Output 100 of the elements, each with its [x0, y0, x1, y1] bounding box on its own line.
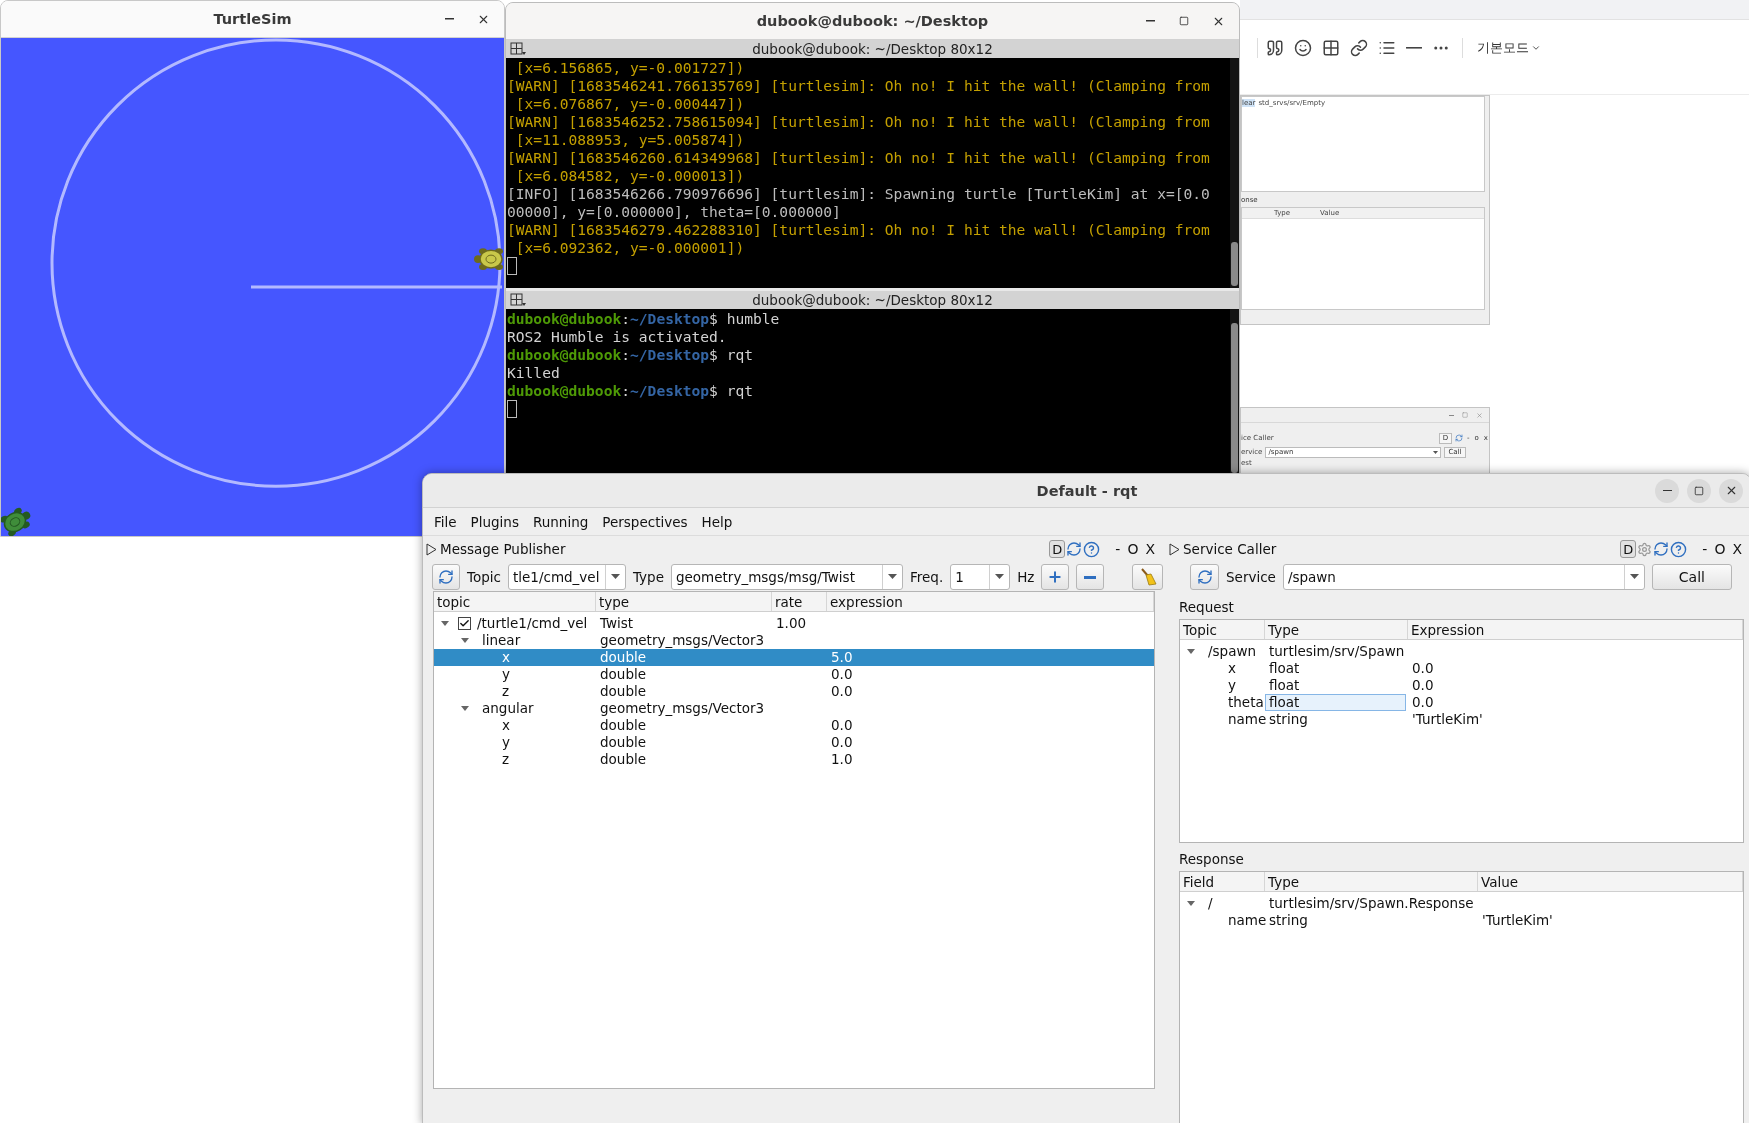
table-cell-text: angular — [481, 700, 535, 717]
table-cell-text: 0.0 — [830, 683, 854, 700]
caret-icon[interactable] — [1184, 899, 1198, 908]
dock-button[interactable]: - — [1699, 541, 1711, 557]
dropdown-arrow-icon — [995, 574, 1005, 580]
plugin-title: Message Publisher — [440, 541, 567, 557]
dock-button[interactable]: D — [1620, 540, 1637, 558]
table-cell-text: double — [599, 649, 647, 666]
add-button[interactable] — [1041, 564, 1070, 590]
table-cell-text: 0.0 — [830, 666, 854, 683]
field-label: Service — [1226, 569, 1276, 585]
terminal-line: [INFO] [1683546266.790976696] [turtlesim]: Spawning turtle [TurtleKim] at x=[0.0 — [507, 185, 1211, 203]
table-cell-text: y — [1227, 677, 1237, 694]
column-header[interactable]: type — [596, 592, 772, 611]
table-cell-text: 1.00 — [775, 615, 808, 632]
window-title: dubook@dubook: ~/Desktop — [756, 13, 989, 29]
column-header[interactable]: Type — [1265, 872, 1478, 891]
mode-dropdown[interactable]: 기본모드 — [1477, 39, 1541, 57]
maximize-button[interactable] — [1687, 478, 1711, 503]
window-title: TurtleSim — [213, 11, 292, 27]
scrollbar[interactable] — [1230, 309, 1239, 475]
layout-icon[interactable] — [510, 42, 526, 56]
caret-icon[interactable] — [438, 619, 452, 628]
caret-icon[interactable] — [458, 704, 472, 713]
dock-button[interactable]: O — [1124, 541, 1142, 557]
terminal-line: [x=11.088953, y=5.005874]) — [514, 131, 746, 149]
table-cell[interactable]: float — [1265, 694, 1406, 711]
table-cell-text: linear — [481, 632, 522, 649]
table-cell-text: 0.0 — [830, 734, 854, 751]
terminal-line: [x=6.156865, y=-0.001727]) — [514, 59, 746, 77]
menu-item[interactable]: Plugins — [465, 511, 524, 532]
smile-icon[interactable] — [1294, 39, 1312, 57]
call-button[interactable]: Call — [1651, 564, 1732, 590]
clear-button[interactable] — [1132, 564, 1164, 590]
terminal-line: [WARN] [1683546260.614349968] [turtlesim]: Oh no! I hit the wall! (Clamping from — [507, 149, 1211, 167]
link-icon[interactable] — [1350, 39, 1368, 57]
table-cell[interactable]: string — [1265, 711, 1406, 728]
refresh-icon[interactable] — [1455, 434, 1463, 442]
type-combo[interactable]: geometry_msgs/msg/Twist — [671, 564, 903, 590]
refresh-button[interactable] — [432, 564, 460, 590]
table-cell[interactable]: turtlesim/srv/Spawn — [1265, 643, 1406, 660]
dock-button[interactable]: X — [1142, 541, 1158, 557]
list-icon[interactable] — [1378, 39, 1396, 57]
help-icon[interactable] — [1670, 540, 1688, 558]
turtle-icon — [474, 248, 503, 271]
tree-row[interactable]: x double 5.0 — [434, 649, 1154, 666]
tree-row[interactable]: z double 0.0 — [434, 683, 1154, 700]
column-header[interactable]: expression — [827, 592, 1154, 611]
menu-item[interactable]: Running — [527, 511, 594, 532]
tree-row[interactable]: angular geometry_msgs/Vector3 — [434, 700, 1154, 717]
service-combo[interactable]: /spawn — [1282, 564, 1645, 590]
topic-combo[interactable]: tle1/cmd_vel — [507, 564, 626, 590]
table-cell[interactable]: float — [1265, 660, 1406, 677]
column-header[interactable]: Type — [1265, 620, 1408, 639]
column-header[interactable]: Expression — [1408, 620, 1743, 639]
maximize-icon — [1694, 485, 1704, 496]
column-header[interactable]: rate — [772, 592, 827, 611]
tree-row[interactable]: y double 0.0 — [434, 666, 1154, 683]
table-cell-text: 0.0 — [1411, 677, 1435, 694]
table-cell[interactable]: float — [1265, 677, 1406, 694]
menu-item[interactable]: Perspectives — [597, 511, 693, 532]
table-cell-text: y — [501, 734, 511, 751]
column-header[interactable]: Topic — [1180, 620, 1265, 639]
refresh-icon[interactable] — [1066, 541, 1083, 557]
refresh-button[interactable] — [1190, 564, 1219, 590]
table-cell-text: 0.0 — [1411, 660, 1435, 677]
dock-button[interactable]: - — [1112, 541, 1124, 557]
column-header[interactable]: topic — [434, 592, 596, 611]
refresh-icon[interactable] — [1653, 541, 1670, 557]
help-icon[interactable] — [1083, 540, 1101, 558]
tree-row[interactable]: linear geometry_msgs/Vector3 — [434, 632, 1154, 649]
terminal-line: dubook@dubook:~/Desktop$ rqt — [507, 382, 755, 400]
dock-button[interactable]: D — [1049, 540, 1066, 558]
quote-icon[interactable] — [1266, 39, 1284, 57]
caret-icon[interactable] — [458, 636, 472, 645]
caret-icon[interactable] — [1184, 647, 1198, 656]
caret-icon[interactable] — [1169, 542, 1180, 556]
turtle-icon — [1, 507, 31, 536]
tree-row[interactable]: x double 0.0 — [434, 717, 1154, 734]
caret-icon[interactable] — [426, 542, 437, 556]
close-button[interactable] — [1719, 478, 1743, 503]
tree-row[interactable]: z double 1.0 — [434, 751, 1154, 768]
tree-row[interactable]: /turtle1/cmd_vel Twist 1.00 — [434, 615, 1154, 632]
checkbox[interactable] — [458, 617, 471, 630]
terminal-line: dubook@dubook:~/Desktop$ rqt — [507, 346, 755, 364]
layout-icon[interactable] — [510, 293, 526, 307]
tree-row[interactable]: y double 0.0 — [434, 734, 1154, 751]
dock-button[interactable]: X — [1729, 541, 1745, 557]
dock-button[interactable]: O — [1711, 541, 1729, 557]
column-header[interactable]: Value — [1478, 872, 1743, 891]
menu-item[interactable]: Help — [696, 511, 738, 532]
column-header[interactable]: Field — [1180, 872, 1265, 891]
remove-button[interactable] — [1076, 564, 1105, 590]
scrollbar[interactable] — [1230, 58, 1239, 288]
table-icon[interactable] — [1322, 39, 1340, 57]
field-label: Freq. — [910, 569, 944, 585]
minimize-icon — [1145, 20, 1155, 22]
frequency-combo[interactable]: 1 — [950, 564, 1011, 590]
menu-item[interactable]: File — [429, 511, 462, 532]
table-cell-text: turtlesim/srv/Spawn.Response — [1268, 895, 1475, 912]
